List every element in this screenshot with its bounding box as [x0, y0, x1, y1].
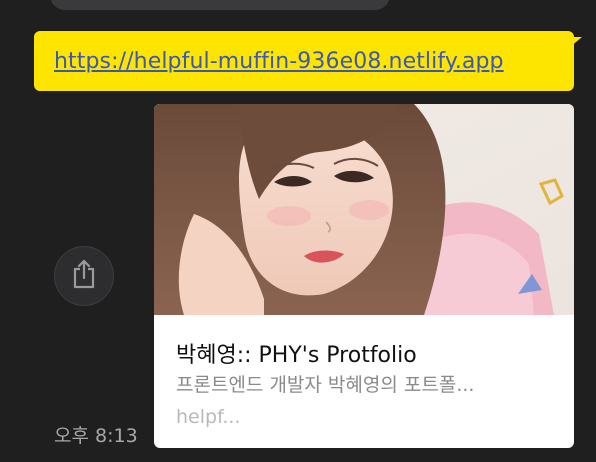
message-link[interactable]: https://helpful-muffin-936e08.netlify.ap… — [54, 49, 504, 74]
message-timestamp: 오후 8:13 — [54, 425, 138, 447]
chat-room: https://helpful-muffin-936e08.netlify.ap… — [0, 0, 596, 462]
preview-description: 프론트엔드 개발자 박혜영의 포트폴... — [176, 374, 475, 396]
link-message-bubble[interactable]: https://helpful-muffin-936e08.netlify.ap… — [34, 31, 582, 91]
link-preview-card[interactable]: 박혜영:: PHY's Protfolio 프론트엔드 개발자 박혜영의 포트폴… — [154, 104, 574, 448]
share-button[interactable] — [54, 246, 114, 306]
preview-domain: helpf... — [176, 406, 241, 428]
share-icon — [69, 258, 99, 294]
preview-thumbnail — [154, 104, 574, 315]
preview-title: 박혜영:: PHY's Protfolio — [176, 343, 417, 368]
previous-message-bubble — [50, 0, 390, 10]
